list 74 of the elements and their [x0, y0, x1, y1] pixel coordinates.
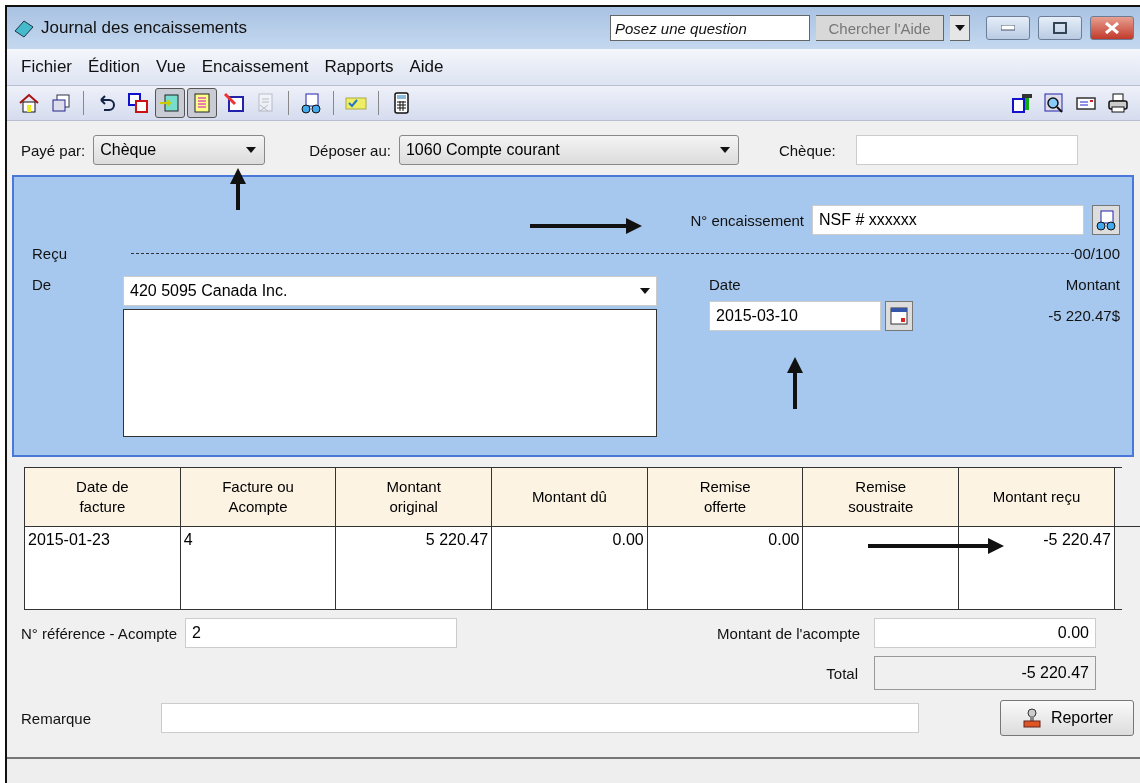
caret-icon	[954, 25, 965, 31]
pencil-icon	[223, 92, 245, 114]
column-header: Montant original	[336, 468, 493, 527]
house-icon	[18, 92, 40, 114]
column-header: Remise soustraite	[803, 468, 960, 527]
payer-dropdown[interactable]: 420 5095 Canada Inc.	[123, 276, 657, 306]
field-label: Payé par:	[21, 141, 86, 159]
caret-icon	[640, 288, 650, 294]
table-cell: 0.00	[492, 527, 648, 609]
field-label: Montant de l'acompte	[717, 624, 860, 642]
address-field[interactable]	[123, 309, 657, 437]
glasses-icon	[300, 92, 322, 114]
table-cell: 0.00	[647, 527, 804, 609]
caret-icon	[246, 147, 257, 153]
post-button[interactable]: Reporter	[1000, 700, 1134, 736]
menu-item[interactable]: Encaissement	[193, 57, 317, 77]
minimize-icon	[1001, 25, 1015, 31]
arrow	[228, 168, 248, 210]
table-cell: -5 220.47	[959, 527, 1115, 609]
field-label: De	[32, 276, 53, 293]
glasses-icon	[1095, 209, 1117, 231]
help-search-field[interactable]: Posez une question	[610, 15, 810, 41]
field-label: N° référence - Acompte	[21, 624, 178, 642]
menu-item[interactable]: Vue	[148, 57, 194, 77]
column-header: Montant reçu	[959, 468, 1115, 527]
deposit-dropdown[interactable]: 1060 Compte courant	[398, 135, 739, 165]
menu-item[interactable]: Édition	[80, 57, 148, 77]
field-label: N° encaissement	[690, 211, 804, 229]
minimize-button[interactable]	[986, 16, 1030, 40]
cents-label: 00/100	[1074, 245, 1120, 262]
remark-field[interactable]	[161, 703, 919, 733]
table-cell: 4	[180, 527, 337, 609]
close-button[interactable]	[1090, 16, 1134, 40]
caret-icon	[719, 147, 730, 153]
restore-button[interactable]	[1038, 16, 1082, 40]
column-header: Date de facture	[25, 468, 181, 527]
calendar-button[interactable]	[885, 301, 913, 331]
help-dropdown-button[interactable]	[950, 15, 970, 41]
field-label: Déposer au:	[309, 141, 391, 159]
table-cell: 5 220.47	[336, 527, 493, 609]
arrow	[785, 357, 805, 409]
amount-value: -5 220.47$	[1048, 307, 1120, 324]
receipt-number-field[interactable]: NSF # xxxxxx	[812, 205, 1084, 235]
reference-field[interactable]: 2	[185, 618, 458, 648]
field-label: Total	[826, 664, 858, 682]
field-label: Reçu	[32, 245, 68, 262]
stamp-icon	[1020, 707, 1043, 729]
column-header: Remise offerte	[647, 468, 804, 527]
close-icon	[1105, 22, 1119, 34]
cheque-field[interactable]	[855, 135, 1078, 165]
paid-by-dropdown[interactable]: Chèque	[93, 135, 266, 165]
restore-icon	[1053, 22, 1067, 34]
table-cell: 2015-01-23	[25, 527, 181, 609]
total-field: -5 220.47	[874, 656, 1096, 690]
toolbar-button[interactable]	[187, 88, 217, 118]
column-header: Montant dû	[492, 468, 648, 527]
deposit-amount-field[interactable]: 0.00	[874, 618, 1096, 648]
field-label: Montant	[1065, 276, 1120, 293]
field-label: Remarque	[21, 709, 93, 727]
date-field[interactable]: 2015-03-10	[709, 301, 881, 331]
menu-item[interactable]: Rapports	[316, 57, 402, 77]
field-label: Date	[709, 276, 742, 293]
windows-icon	[50, 92, 72, 114]
scroll-icon	[191, 92, 213, 114]
menu-item[interactable]: Fichier	[13, 57, 80, 77]
lookup-button[interactable]	[1092, 205, 1120, 235]
window-title: Journal des encaissements	[41, 18, 248, 38]
import-icon	[159, 92, 181, 114]
printer-icon	[1107, 92, 1129, 114]
column-header: Facture ou Acompte	[180, 468, 337, 527]
field-label: Chèque:	[778, 141, 836, 159]
calendar-icon	[888, 305, 910, 327]
preview-icon	[1043, 92, 1065, 114]
menu-item[interactable]: Aide	[401, 57, 452, 77]
